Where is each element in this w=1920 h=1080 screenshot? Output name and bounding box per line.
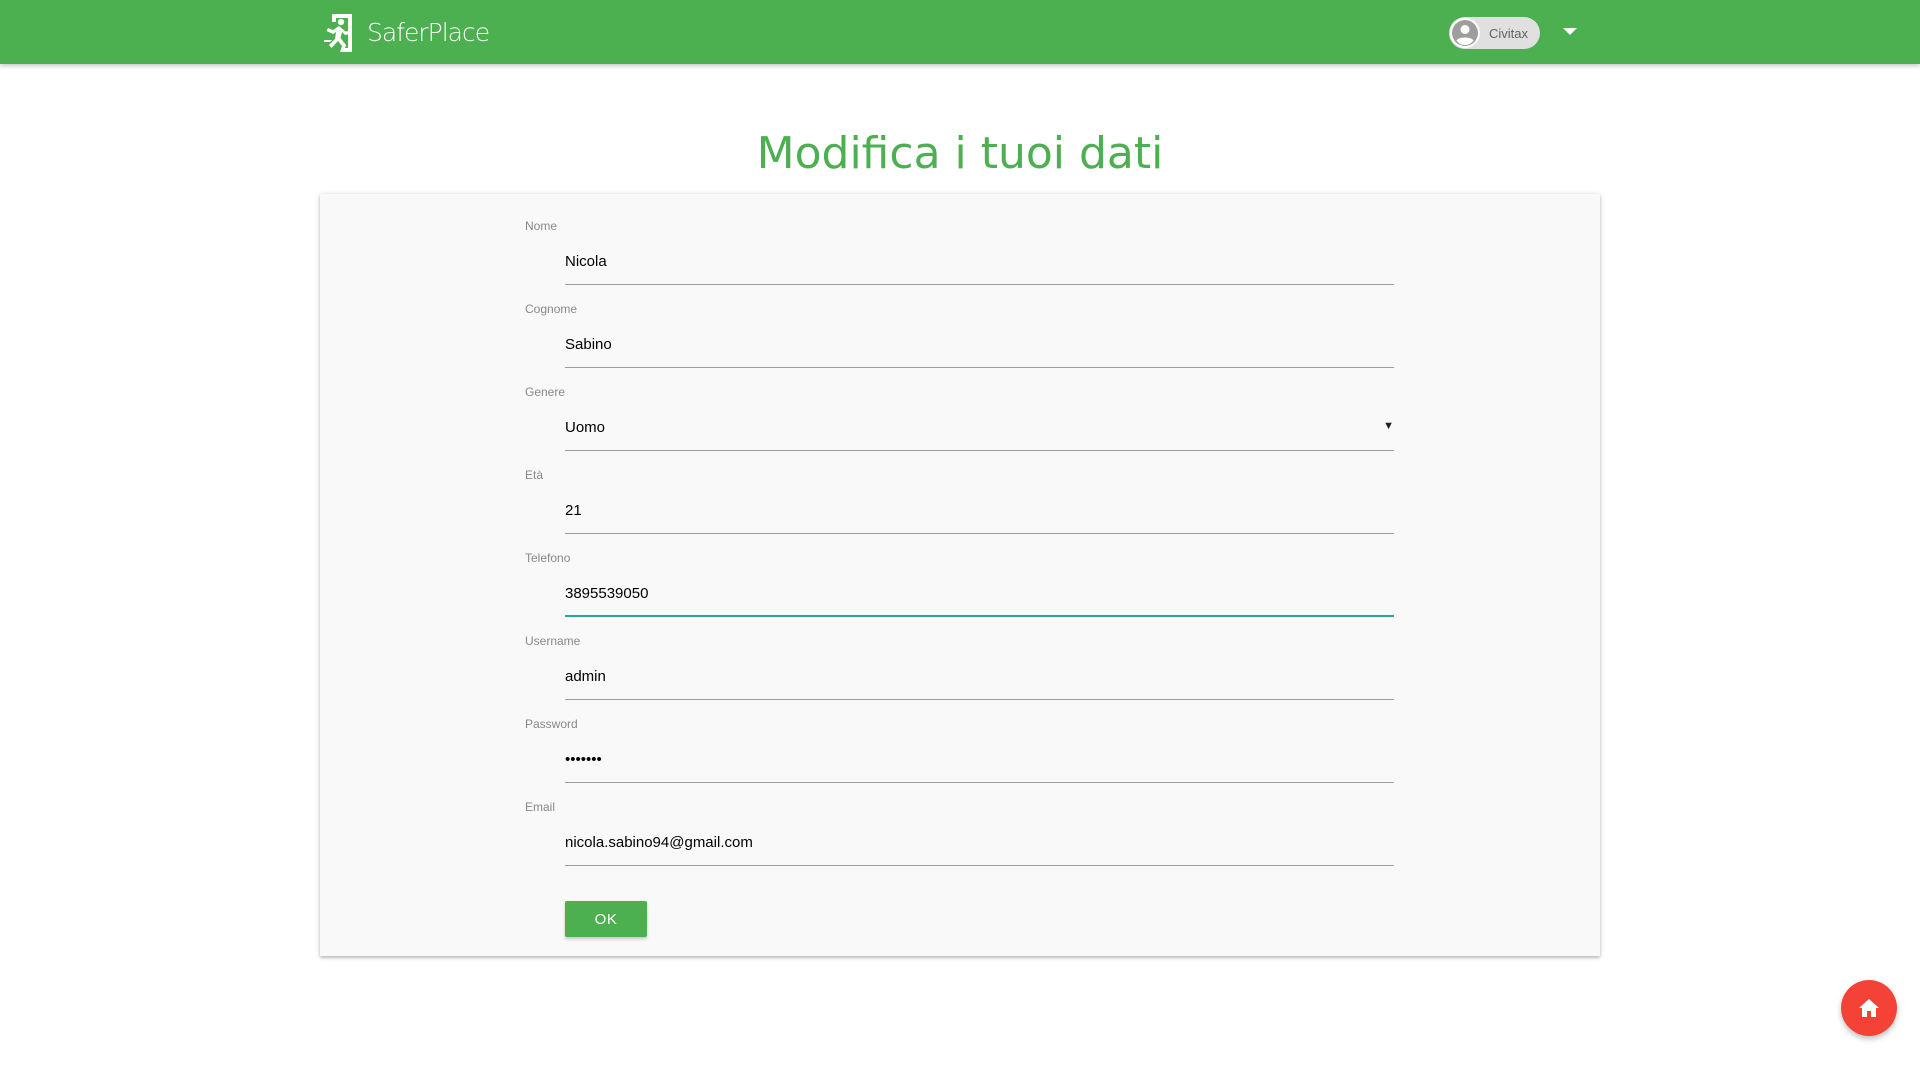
account-circle-icon	[1450, 18, 1480, 48]
genere-select[interactable]: Uomo ▼	[565, 405, 1394, 451]
caret-down-icon: ▼	[1383, 420, 1394, 432]
field-genere: Genere Uomo ▼	[320, 385, 1600, 469]
field-nome: Nome Nicola	[320, 219, 1600, 303]
genere-selected-value: Uomo	[565, 419, 606, 436]
field-label-genere: Genere	[525, 385, 566, 399]
user-menu-toggle[interactable]	[1560, 22, 1580, 42]
cognome-input[interactable]: Sabino	[565, 322, 1394, 368]
page-title: Modifica i tuoi dati	[756, 128, 1164, 179]
field-label-email: Email	[525, 800, 556, 814]
field-username: Username admin	[320, 634, 1600, 718]
eta-input[interactable]: 21	[565, 488, 1394, 534]
home-icon	[1859, 999, 1879, 1017]
field-label-username: Username	[525, 634, 581, 648]
nome-input[interactable]: Nicola	[565, 239, 1394, 285]
brand-link[interactable]: SaferPlace	[322, 12, 490, 54]
telefono-input[interactable]: 3895539050	[565, 571, 1394, 617]
field-email: Email nicola.sabino94@gmail.com	[320, 800, 1600, 884]
home-fab-button[interactable]	[1841, 980, 1897, 1036]
field-label-telefono: Telefono	[525, 551, 571, 565]
field-label-password: Password	[525, 717, 578, 731]
top-app-bar: SaferPlace Civitax	[0, 0, 1920, 64]
field-cognome: Cognome Sabino	[320, 302, 1600, 386]
field-label-nome: Nome	[525, 219, 558, 233]
edit-profile-card: Nome Nicola Cognome Sabino Genere Uomo ▼…	[320, 194, 1600, 956]
password-input[interactable]: •••••••	[565, 737, 1394, 783]
field-eta: Età 21	[320, 468, 1600, 552]
field-telefono: Telefono 3895539050	[320, 551, 1600, 635]
field-label-cognome: Cognome	[525, 302, 578, 316]
field-label-eta: Età	[525, 468, 544, 482]
ok-button[interactable]: OK	[565, 901, 647, 937]
user-chip[interactable]: Civitax	[1449, 17, 1540, 49]
caret-down-icon	[1563, 28, 1577, 35]
emergency-exit-icon	[324, 14, 352, 52]
field-password: Password •••••••	[320, 717, 1600, 801]
user-name: Civitax	[1489, 25, 1529, 41]
username-input[interactable]: admin	[565, 654, 1394, 700]
email-input[interactable]: nicola.sabino94@gmail.com	[565, 820, 1394, 866]
brand-name: SaferPlace	[367, 18, 490, 47]
